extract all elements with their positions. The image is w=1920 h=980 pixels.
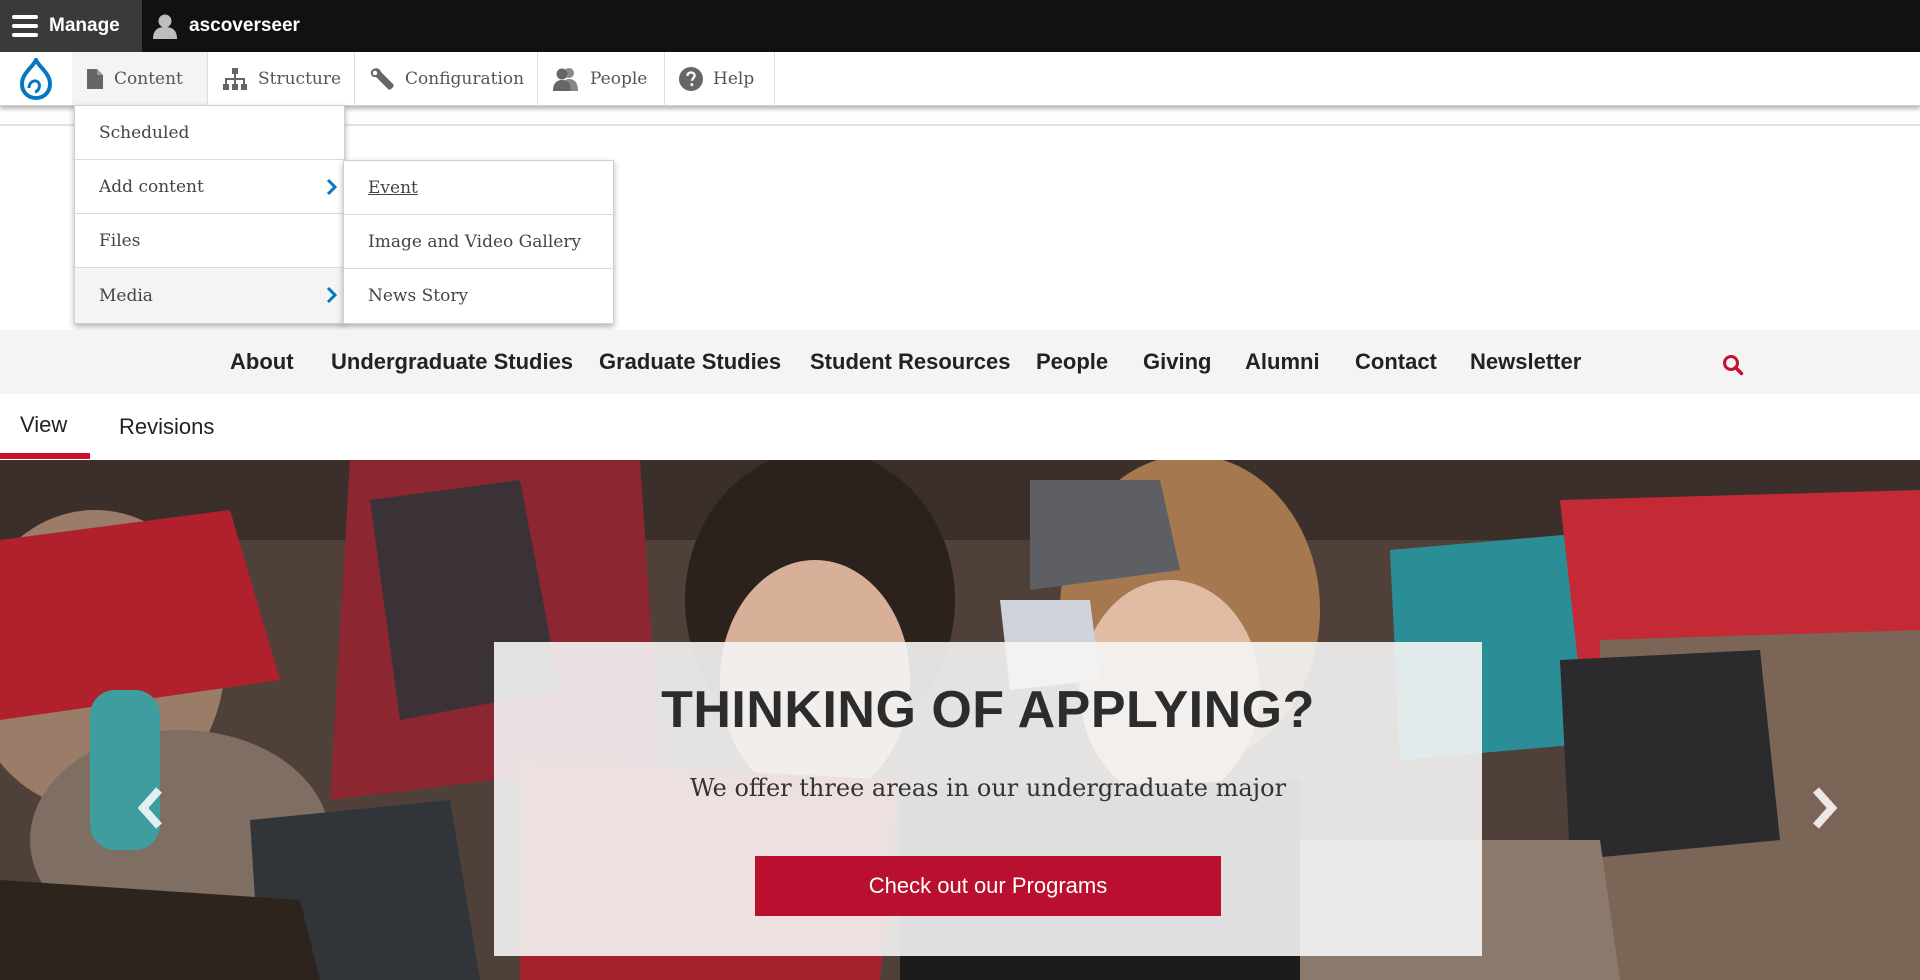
user-tab[interactable]: ascoverseer	[152, 0, 300, 52]
hero-title: THINKING OF APPLYING?	[661, 681, 1315, 739]
menu-item-scheduled[interactable]: Scheduled	[75, 106, 344, 160]
menu-item-label: Files	[99, 230, 141, 251]
menu-item-label: Media	[99, 285, 153, 306]
chevron-right-icon	[326, 286, 338, 304]
nav-link-newsletter[interactable]: Newsletter	[1470, 330, 1581, 394]
hamburger-icon	[12, 14, 38, 38]
file-icon	[86, 68, 104, 90]
menu-item-label: Image and Video Gallery	[368, 231, 582, 252]
carousel-prev-arrow-icon[interactable]	[137, 786, 165, 830]
active-tab-indicator	[0, 453, 90, 459]
nav-link-about[interactable]: About	[230, 330, 294, 394]
manage-tab[interactable]: Manage	[0, 0, 142, 52]
nav-link-undergraduate-studies[interactable]: Undergraduate Studies	[331, 330, 573, 394]
menu-item-media[interactable]: Media	[75, 268, 344, 323]
menu-item-files[interactable]: Files	[75, 214, 344, 268]
nav-link-student-resources[interactable]: Student Resources	[810, 330, 1011, 394]
nav-link-alumni[interactable]: Alumni	[1245, 330, 1320, 394]
nav-link-giving[interactable]: Giving	[1143, 330, 1211, 394]
search-icon[interactable]	[1722, 354, 1744, 376]
tab-view[interactable]: View	[20, 394, 67, 458]
menu-item-label: News Story	[368, 286, 469, 306]
tray-label-help: Help	[713, 68, 755, 89]
nav-link-people[interactable]: People	[1036, 330, 1108, 394]
menu-item-add-content[interactable]: Add content	[75, 160, 344, 214]
tray-item-help[interactable]: Help	[665, 52, 775, 105]
help-icon	[679, 66, 703, 91]
admin-toolbar: Manage ascoverseer	[0, 0, 1920, 52]
carousel-next-arrow-icon[interactable]	[1810, 786, 1838, 830]
menu-item-event[interactable]: Event	[344, 161, 613, 215]
user-icon	[152, 13, 178, 39]
tray-item-structure[interactable]: Structure	[208, 52, 355, 105]
nav-link-contact[interactable]: Contact	[1355, 330, 1437, 394]
add-content-submenu: Event Image and Video Gallery News Story	[343, 160, 614, 324]
check-out-programs-button[interactable]: Check out our Programs	[755, 856, 1221, 916]
people-icon	[552, 67, 580, 91]
tray-label-structure: Structure	[258, 68, 342, 89]
menu-item-image-video-gallery[interactable]: Image and Video Gallery	[344, 215, 613, 269]
tray-item-configuration[interactable]: Configuration	[355, 52, 538, 105]
content-dropdown-menu: Scheduled Add content Files Media	[74, 105, 345, 324]
admin-tray: Content Structure Configuration People H…	[0, 52, 1920, 106]
chevron-right-icon	[326, 178, 338, 196]
tray-label-people: People	[590, 68, 648, 89]
menu-item-label: Add content	[99, 176, 204, 197]
sitemap-icon	[222, 67, 248, 90]
tab-revisions[interactable]: Revisions	[119, 396, 214, 460]
manage-label: Manage	[49, 15, 120, 36]
nav-link-graduate-studies[interactable]: Graduate Studies	[599, 330, 781, 394]
tray-label-configuration: Configuration	[405, 68, 525, 89]
drupal-logo-icon[interactable]	[0, 52, 72, 105]
tray-item-people[interactable]: People	[538, 52, 665, 105]
tray-label-content: Content	[114, 68, 183, 89]
tray-item-content[interactable]: Content	[72, 52, 208, 105]
menu-item-label: Event	[368, 177, 418, 198]
menu-item-label: Scheduled	[99, 122, 190, 143]
site-navigation: About Undergraduate Studies Graduate Stu…	[0, 330, 1920, 394]
menu-item-news-story[interactable]: News Story	[344, 269, 613, 323]
wrench-icon	[369, 67, 395, 91]
user-label: ascoverseer	[189, 15, 300, 36]
hero-subtitle: We offer three areas in our undergraduat…	[689, 774, 1287, 802]
